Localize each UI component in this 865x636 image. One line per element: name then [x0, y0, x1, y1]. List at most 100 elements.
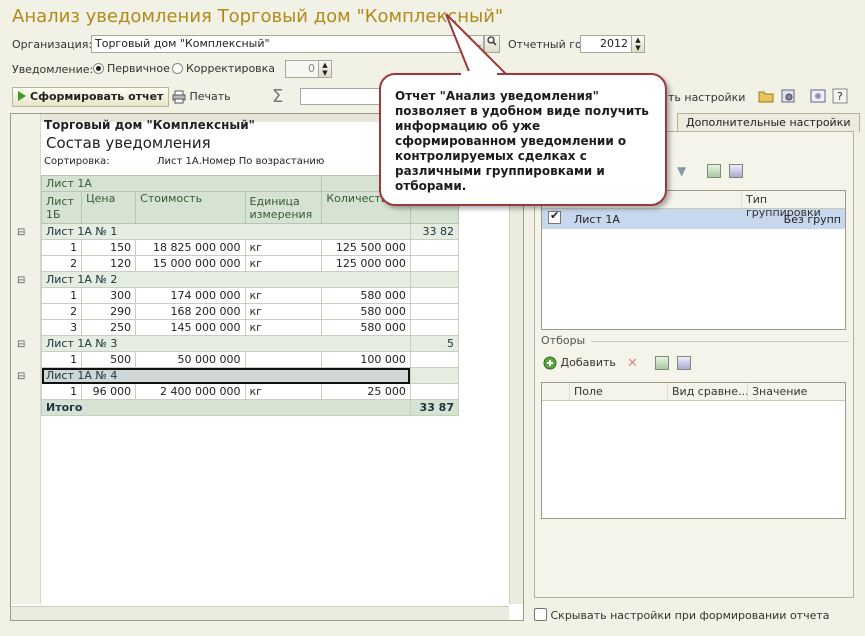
cell: 1: [40, 287, 83, 304]
cell: 25 000: [321, 383, 411, 400]
filters-add-button[interactable]: Добавить: [543, 356, 616, 370]
play-icon: [18, 91, 26, 101]
year-spinner[interactable]: ▲ ▼: [631, 35, 645, 53]
folder-icon[interactable]: [758, 88, 774, 107]
grouping-row[interactable]: Лист 1А Без групп: [542, 209, 845, 229]
grouping-col-type: Тип группировки: [746, 193, 821, 219]
group-total: [409, 271, 460, 288]
cell: [409, 287, 460, 304]
callout-text: Отчет "Анализ уведомления" позволяет в у…: [395, 89, 649, 193]
group-row[interactable]: Лист 1А № 35: [41, 335, 460, 352]
filter-check-all-icon[interactable]: [655, 356, 669, 370]
generate-report-button[interactable]: Сформировать отчет: [12, 87, 170, 107]
cell: 300: [81, 287, 137, 304]
cell: 580 000: [321, 287, 411, 304]
cell: 1: [40, 239, 83, 256]
collapse-toggle-icon[interactable]: ⊟: [17, 339, 25, 350]
total-value: 33 87: [409, 399, 460, 416]
group-name: Лист 1А № 1: [41, 223, 411, 240]
cell: [409, 351, 460, 368]
sum-icon[interactable]: Σ: [272, 86, 283, 107]
cell: 50 000 000: [135, 351, 246, 368]
cell: 100 000: [321, 351, 411, 368]
cell: 2: [40, 303, 83, 320]
collapse-toggle-icon[interactable]: ⊟: [17, 275, 25, 286]
collapse-toggle-icon[interactable]: ⊟: [17, 371, 25, 382]
cell: [409, 383, 460, 400]
radio-correction-label: Корректировка: [186, 62, 276, 75]
printer-icon: [172, 90, 186, 104]
cell: [409, 239, 460, 256]
tab-additional-settings[interactable]: Дополнительные настройки: [677, 113, 860, 132]
filters-add-label: Добавить: [560, 356, 616, 369]
options-icon[interactable]: [810, 88, 826, 107]
table-row[interactable]: 3 250 145 000 000 кг 580 000: [40, 319, 460, 336]
cell: [409, 319, 460, 336]
cell: кг: [244, 239, 323, 256]
table-row[interactable]: 1 96 000 2 400 000 000 кг 25 000: [40, 383, 460, 400]
col-header: Единица измерения: [244, 191, 323, 224]
horizontal-scrollbar[interactable]: [11, 606, 509, 620]
org-field[interactable]: Торговый дом "Комплексный": [91, 35, 471, 53]
callout-tooltip: Отчет "Анализ уведомления" позволяет в у…: [379, 73, 667, 206]
col-header: Цена: [81, 191, 137, 224]
correction-number-field[interactable]: 0: [285, 60, 319, 78]
cell: кг: [244, 383, 323, 400]
group-total: [409, 367, 460, 384]
move-down-icon[interactable]: ▼: [677, 164, 686, 178]
cell: 2: [40, 255, 83, 272]
table-row[interactable]: 2 120 15 000 000 000 кг 125 000 000: [40, 255, 460, 272]
group-total: 33 82: [409, 223, 460, 240]
settings-gear-icon[interactable]: [780, 88, 796, 107]
group-row[interactable]: Лист 1А № 2: [41, 271, 460, 288]
table-row[interactable]: 2 290 168 200 000 кг 580 000: [40, 303, 460, 320]
cell: 2 400 000 000: [135, 383, 246, 400]
print-button[interactable]: Печать: [172, 90, 231, 104]
col-header: Лист 1Б: [40, 191, 83, 224]
group-name: Лист 1А № 2: [41, 271, 411, 288]
cell: [409, 255, 460, 272]
grouping-row-type: Без групп: [783, 212, 841, 226]
cell: 125 000 000: [321, 255, 411, 272]
filters-divider: [591, 341, 849, 342]
table-row[interactable]: 1 150 18 825 000 000 кг 125 500 000: [40, 239, 460, 256]
cell: 168 200 000: [135, 303, 246, 320]
report-title: Состав уведомления: [46, 134, 211, 152]
cell: [409, 303, 460, 320]
cell: 120: [81, 255, 137, 272]
correction-spinner[interactable]: ▲ ▼: [318, 60, 332, 78]
filter-delete-icon[interactable]: ✕: [627, 356, 638, 371]
total-label: Итого: [41, 399, 411, 416]
sort-label: Сортировка:: [44, 156, 110, 167]
group-total: 5: [409, 335, 460, 352]
generate-report-label: Сформировать отчет: [30, 90, 164, 103]
check-col: [542, 383, 570, 400]
group-row-selected[interactable]: Лист 1А № 4: [41, 367, 460, 384]
filter-col-field: Поле: [570, 383, 668, 400]
table-row[interactable]: 1 300 174 000 000 кг 580 000: [40, 287, 460, 304]
table-row[interactable]: 1 500 50 000 000 100 000: [40, 351, 460, 368]
cell: кг: [244, 303, 323, 320]
callout-joint: [461, 71, 497, 77]
window-title: Анализ уведомления Торговый дом "Комплек…: [12, 6, 504, 27]
radio-correction[interactable]: Корректировка: [172, 62, 275, 75]
grouping-row-field: Лист 1А: [574, 212, 620, 226]
grouping-row-checkbox[interactable]: [542, 209, 570, 227]
collapse-toggle-icon[interactable]: ⊟: [17, 227, 25, 238]
report-table: Лист 1А Лист 1Б Цена Стоимость Единица и…: [40, 175, 460, 416]
checkbox-box: [534, 608, 547, 621]
filter-uncheck-all-icon[interactable]: [677, 356, 691, 370]
cell: 174 000 000: [135, 287, 246, 304]
help-icon[interactable]: ?: [832, 88, 848, 107]
cell: 1: [40, 383, 83, 400]
check-all-icon[interactable]: [707, 164, 721, 178]
filters-table[interactable]: Поле Вид сравне... Значение: [541, 382, 846, 519]
cell: кг: [244, 287, 323, 304]
sum-field: [300, 88, 390, 105]
grouping-table[interactable]: Поле Тип группировки Лист 1А Без групп: [541, 190, 846, 330]
year-field[interactable]: 2012: [580, 35, 632, 53]
radio-primary[interactable]: Первичное: [93, 62, 170, 75]
group-row[interactable]: Лист 1А № 1 33 82: [41, 223, 460, 240]
uncheck-all-icon[interactable]: [729, 164, 743, 178]
hide-settings-checkbox[interactable]: Скрывать настройки при формировании отче…: [534, 608, 830, 622]
